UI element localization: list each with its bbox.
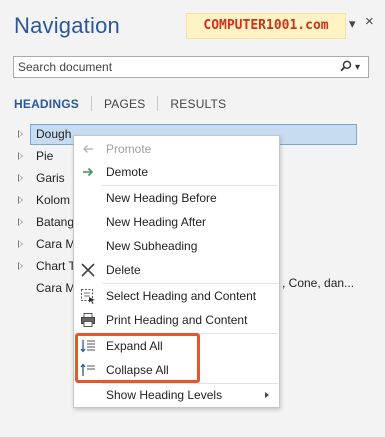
menu-separator xyxy=(102,333,278,334)
tab-results[interactable]: RESULTS xyxy=(158,97,238,111)
menu-item-collapse-all[interactable]: Collapse All xyxy=(74,359,279,381)
tab-headings[interactable]: HEADINGS xyxy=(14,97,91,111)
printer-icon xyxy=(80,312,96,328)
menu-item-expand-all[interactable]: Expand All xyxy=(74,335,279,357)
menu-item-select-heading-and-content[interactable]: Select Heading and Content xyxy=(74,285,279,307)
tree-item-label: Pie xyxy=(36,149,54,163)
menu-item-print-heading-and-content[interactable]: Print Heading and Content xyxy=(74,309,279,331)
expand-triangle-icon[interactable] xyxy=(18,152,23,160)
tree-item-label: Chart T xyxy=(36,259,76,273)
tree-item-label: Kolom xyxy=(36,193,71,207)
menu-item-label: New Heading After xyxy=(106,215,207,229)
menu-item-show-heading-levels[interactable]: Show Heading Levels xyxy=(74,384,279,406)
menu-item-label: Print Heading and Content xyxy=(106,313,248,327)
expand-triangle-icon[interactable] xyxy=(18,262,23,270)
select-content-icon xyxy=(80,288,96,304)
expand-all-icon xyxy=(80,338,96,354)
heading-context-menu: Promote Demote New Heading Before New He… xyxy=(73,135,280,408)
navigation-pane: Navigation COMPUTER1001.com ▾ × ▾ HEADIN… xyxy=(0,0,385,437)
menu-item-label: Collapse All xyxy=(106,363,169,377)
menu-item-label: Demote xyxy=(106,165,149,179)
search-input[interactable] xyxy=(14,57,334,77)
menu-separator xyxy=(102,185,278,186)
menu-item-label: Promote xyxy=(106,142,152,156)
tree-item-label: Cara M xyxy=(36,281,76,295)
menu-separator xyxy=(102,283,278,284)
menu-item-promote[interactable]: Promote xyxy=(74,138,279,160)
tree-item-trailing-text: , Cone, dan... xyxy=(282,276,355,290)
pane-options-button[interactable]: ▾ xyxy=(349,16,356,32)
expand-triangle-icon[interactable] xyxy=(18,196,23,204)
demote-arrow-icon xyxy=(80,164,96,180)
menu-item-new-subheading[interactable]: New Subheading xyxy=(74,235,279,257)
menu-item-label: Expand All xyxy=(106,339,163,353)
expand-triangle-icon[interactable] xyxy=(18,130,23,138)
menu-item-label: Show Heading Levels xyxy=(106,388,223,402)
tree-item-label: Dough xyxy=(36,127,72,141)
expand-triangle-icon[interactable] xyxy=(18,174,23,182)
watermark-logo: COMPUTER1001.com xyxy=(186,13,346,39)
tree-item-label: Garis xyxy=(36,171,65,185)
search-icon xyxy=(340,60,352,75)
navigation-tabs: HEADINGS PAGES RESULTS xyxy=(14,96,238,111)
expand-triangle-icon[interactable] xyxy=(18,218,23,226)
expand-triangle-icon[interactable] xyxy=(18,240,23,248)
menu-item-label: Delete xyxy=(106,263,141,277)
menu-item-delete[interactable]: Delete xyxy=(74,259,279,281)
tab-pages[interactable]: PAGES xyxy=(92,97,157,111)
tree-item-label: Cara M xyxy=(36,237,76,251)
menu-item-new-heading-before[interactable]: New Heading Before xyxy=(74,187,279,209)
submenu-arrow-icon xyxy=(265,392,269,398)
search-button[interactable]: ▾ xyxy=(336,58,364,76)
menu-item-new-heading-after[interactable]: New Heading After xyxy=(74,211,279,233)
menu-item-demote[interactable]: Demote xyxy=(74,161,279,183)
menu-item-label: New Subheading xyxy=(106,239,198,253)
menu-item-label: Select Heading and Content xyxy=(106,289,257,303)
promote-arrow-icon xyxy=(80,141,96,157)
menu-item-label: New Heading Before xyxy=(106,191,217,205)
pane-title: Navigation xyxy=(14,13,120,38)
collapse-all-icon xyxy=(80,362,96,378)
search-box: ▾ xyxy=(13,56,369,78)
delete-x-icon xyxy=(80,262,96,278)
search-dropdown-icon: ▾ xyxy=(354,61,361,73)
close-pane-button[interactable]: × xyxy=(365,13,374,30)
tree-item-label: Batang xyxy=(36,215,75,229)
